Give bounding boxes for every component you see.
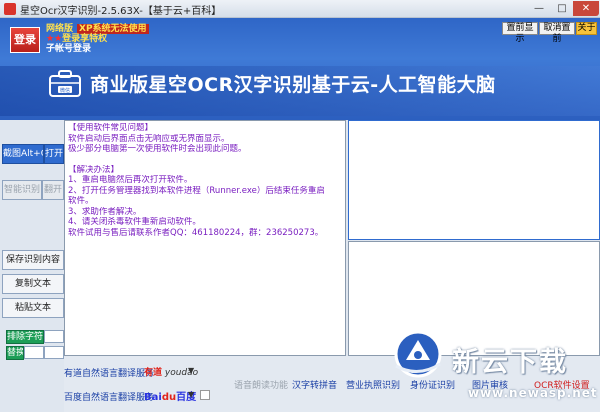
login-button[interactable]: 登录 — [10, 27, 40, 53]
watermark-brand: 新云下载 — [452, 347, 568, 378]
login-perk[interactable]: ★★登录享特权 — [46, 34, 107, 44]
exclude-chars-input[interactable] — [44, 330, 64, 343]
paste-text-button[interactable]: 粘贴文本 — [2, 298, 64, 318]
about-button[interactable]: 关于 — [576, 22, 597, 35]
maximize-button[interactable]: □ — [551, 1, 573, 16]
baidu-service-label: 百度自然语言翻译服务 — [64, 393, 155, 403]
replace-to-input[interactable] — [44, 346, 64, 359]
text-line: 1、重启电脑然后再次打开软件。 — [68, 175, 193, 185]
unpin-button[interactable]: 取消置前 — [539, 22, 575, 44]
close-button[interactable]: ✕ — [573, 1, 599, 16]
sub-account-login-link[interactable]: 子帐号登录 — [46, 44, 91, 54]
text-line: 软件。 — [68, 196, 94, 206]
text-line — [68, 155, 342, 165]
text-line: 【解决办法】 — [68, 164, 120, 175]
login-perk-label: 登录享特权 — [62, 34, 108, 44]
youdao-service-label: 有道自然语言翻译服务 — [64, 369, 155, 379]
replace-button[interactable]: 替换 — [6, 346, 24, 360]
title-bar: 星空Ocr汉字识别-2.5.63X-【基于云+百科】 — □ ✕ — [0, 0, 600, 18]
pinyin-button[interactable]: 汉字转拼音 — [292, 378, 337, 391]
watermark-url: www.newasp.net — [468, 386, 598, 400]
copy-text-button[interactable]: 复制文本 — [2, 274, 64, 294]
text-line: 2、打开任务管理器找到本软件进程（Runner.exe）后结束任务重启 — [68, 185, 325, 196]
ocr-result-textarea[interactable]: 【使用软件常见问题】 软件启动后界面点击无响应或无界面显示。 极少部分电脑第一次… — [64, 120, 346, 356]
exclude-chars-button[interactable]: 排除字符 — [6, 330, 44, 344]
star-icon: ★★ — [46, 34, 63, 44]
translation-output-top[interactable] — [348, 120, 600, 240]
header-banner: 登录 网络版 XP系统无法使用 ★★登录享特权 子帐号登录 置前显示 取消置前 关… — [0, 18, 600, 120]
app-icon — [4, 3, 16, 15]
youdao-dropdown-icon[interactable]: ▼ — [188, 366, 194, 375]
minimize-button[interactable]: — — [528, 1, 550, 16]
briefcase-icon: 微信 — [49, 70, 81, 97]
translation-output-bottom[interactable] — [348, 241, 600, 356]
left-toolbar: 截图Alt+Q 打开 智能识别 翻开 保存识别内容 复制文本 粘贴文本 排除字符… — [0, 120, 64, 412]
smart-recognize-button[interactable]: 智能识别 — [2, 180, 42, 200]
briefcase-label: 微信 — [60, 87, 70, 94]
pin-on-top-button[interactable]: 置前显示 — [502, 22, 538, 44]
xp-warning: XP系统无法使用 — [77, 24, 149, 34]
baidu-checkbox[interactable] — [200, 390, 210, 400]
window-title: 星空Ocr汉字识别-2.5.63X-【基于云+百科】 — [20, 6, 222, 17]
banner-title: 商业版星空OCR汉字识别基于云-人工智能大脑 — [90, 74, 496, 96]
text-line: 4、请关闭杀毒软件重新启动软件。 — [68, 217, 201, 227]
flip-button[interactable]: 翻开 — [42, 180, 64, 200]
voice-read-button[interactable]: 语音朗读功能 — [234, 378, 288, 391]
open-button[interactable]: 打开 — [44, 144, 64, 164]
text-line: 软件启动后界面点击无响应或无界面显示。 — [68, 133, 230, 144]
baidu-dropdown-icon[interactable]: ▼ — [188, 390, 194, 399]
text-line: 【使用软件常见问题】 — [68, 123, 154, 133]
replace-from-input[interactable] — [24, 346, 44, 359]
text-line: 极少部分电脑第一次使用软件时会出现此问题。 — [68, 144, 247, 154]
edition-info: 网络版 XP系统无法使用 — [46, 24, 149, 34]
text-line: 软件试用与售后请联系作者QQ：461180224，群：236250273。 — [68, 227, 324, 238]
watermark-logo-icon — [394, 330, 442, 378]
screenshot-button[interactable]: 截图Alt+Q — [2, 144, 44, 164]
save-result-button[interactable]: 保存识别内容 — [2, 250, 64, 270]
edition-label: 网络版 — [46, 24, 74, 34]
text-line: 3、求助作者解决。 — [68, 206, 142, 217]
